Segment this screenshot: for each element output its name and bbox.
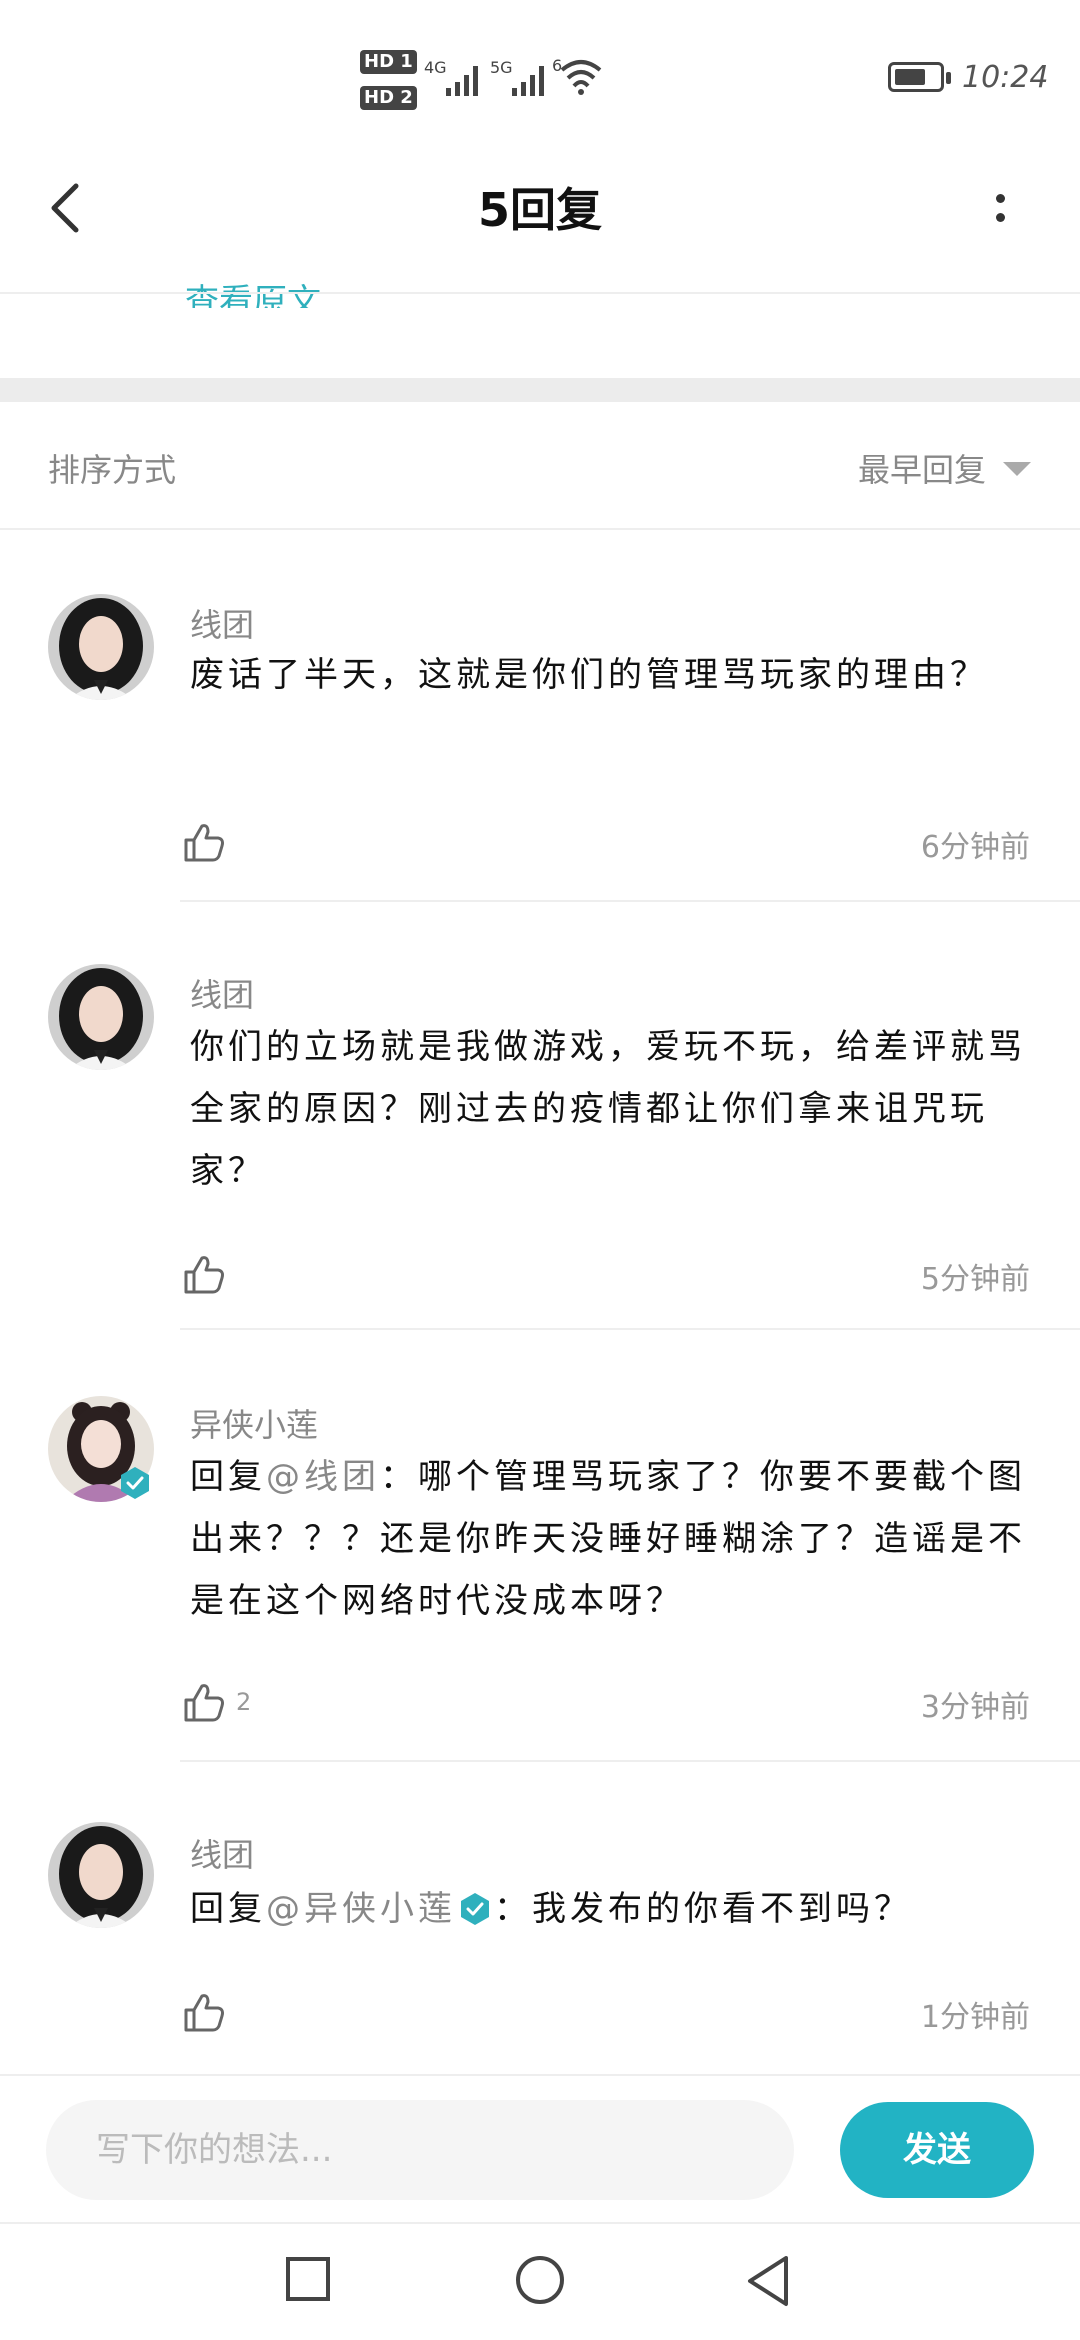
thumbs-up-icon[interactable] — [182, 820, 226, 864]
avatar[interactable] — [48, 594, 154, 700]
comment-input[interactable] — [46, 2100, 794, 2200]
dot — [995, 213, 1005, 222]
send-button[interactable]: 发送 — [840, 2102, 1034, 2198]
mention-link[interactable]: @线团 — [266, 1457, 380, 1497]
divider — [0, 2222, 1080, 2224]
sort-dropdown[interactable]: 最早回复 — [858, 445, 986, 491]
battery-icon — [888, 62, 951, 92]
comment-item: 线团 你们的立场就是我做游戏，爱玩不玩，给差评就骂全家的原因？刚过去的疫情都让你… — [0, 902, 1080, 1330]
comment-time: 6分钟前 — [920, 830, 1030, 865]
recent-apps-icon[interactable] — [286, 2257, 330, 2301]
nav-back-icon[interactable] — [744, 2254, 794, 2308]
like-count: 2 — [236, 1688, 252, 1716]
page-title: 5回复 — [477, 183, 602, 237]
hd1-indicator: HD 1 — [360, 50, 417, 74]
reply-body: ：我发布的你看不到吗？ — [494, 1889, 912, 1929]
comment-item: 线团 废话了半天，这就是你们的管理骂玩家的理由？ 6分钟前 — [0, 530, 1080, 902]
avatar[interactable] — [48, 964, 154, 1070]
dot — [995, 194, 1005, 203]
section-separator — [0, 378, 1080, 402]
comment-author[interactable]: 线团 — [190, 600, 254, 646]
verified-badge-icon — [121, 1467, 149, 1499]
comment-text: 你们的立场就是我做游戏，爱玩不玩，给差评就骂全家的原因？刚过去的疫情都让你们拿来… — [190, 1027, 1026, 1191]
avatar[interactable] — [48, 1822, 154, 1928]
sort-label: 排序方式 — [48, 451, 177, 489]
thumbs-up-icon[interactable] — [182, 1252, 226, 1296]
more-options-button[interactable] — [985, 188, 1015, 238]
comment-time: 5分钟前 — [920, 1262, 1030, 1297]
comment-text: 废话了半天，这就是你们的管理骂玩家的理由？ — [190, 655, 988, 695]
divider — [0, 292, 1080, 294]
clock: 10:24 — [962, 60, 1049, 95]
mention-link[interactable]: @异侠小莲 — [266, 1889, 456, 1929]
comment-author[interactable]: 异侠小莲 — [190, 1400, 318, 1446]
home-icon[interactable] — [516, 2256, 564, 2304]
comment-time: 3分钟前 — [920, 1690, 1030, 1725]
thumbs-up-icon[interactable] — [182, 1680, 226, 1724]
comment-text: 回复@线团：哪个管理骂玩家了？你要不要截个图出来？？？还是你昨天没睡好睡糊涂了？… — [190, 1446, 1030, 1632]
comment-text: 回复@异侠小莲 ：我发布的你看不到吗？ — [190, 1878, 1030, 1940]
hd2-indicator: HD 2 — [360, 86, 417, 110]
reply-prefix: 回复 — [190, 1457, 266, 1497]
reply-prefix: 回复 — [190, 1889, 266, 1929]
caret-down-icon[interactable] — [1003, 462, 1031, 476]
comment-item: 异侠小莲 回复@线团：哪个管理骂玩家了？你要不要截个图出来？？？还是你昨天没睡好… — [0, 1330, 1080, 1762]
network-5g-label: 5G — [490, 58, 513, 77]
comment-time: 1分钟前 — [920, 2000, 1030, 2035]
network-4g-label: 4G — [424, 58, 447, 77]
divider — [0, 2074, 1080, 2076]
signal-bars-1-icon — [446, 62, 478, 96]
comment-author[interactable]: 线团 — [190, 970, 254, 1016]
status-bar: HD 1 HD 2 4G 5G 6 10:24 — [0, 0, 1080, 150]
thumbs-up-icon[interactable] — [182, 1990, 226, 2034]
wifi-icon — [560, 60, 602, 95]
comment-item: 线团 回复@异侠小莲 ：我发布的你看不到吗？ 1分钟前 — [0, 1762, 1080, 2074]
comment-author[interactable]: 线团 — [190, 1830, 254, 1876]
signal-bars-2-icon — [512, 62, 544, 96]
verified-badge-icon — [461, 1893, 489, 1925]
view-original-link[interactable]: 查看原文 — [185, 272, 321, 308]
